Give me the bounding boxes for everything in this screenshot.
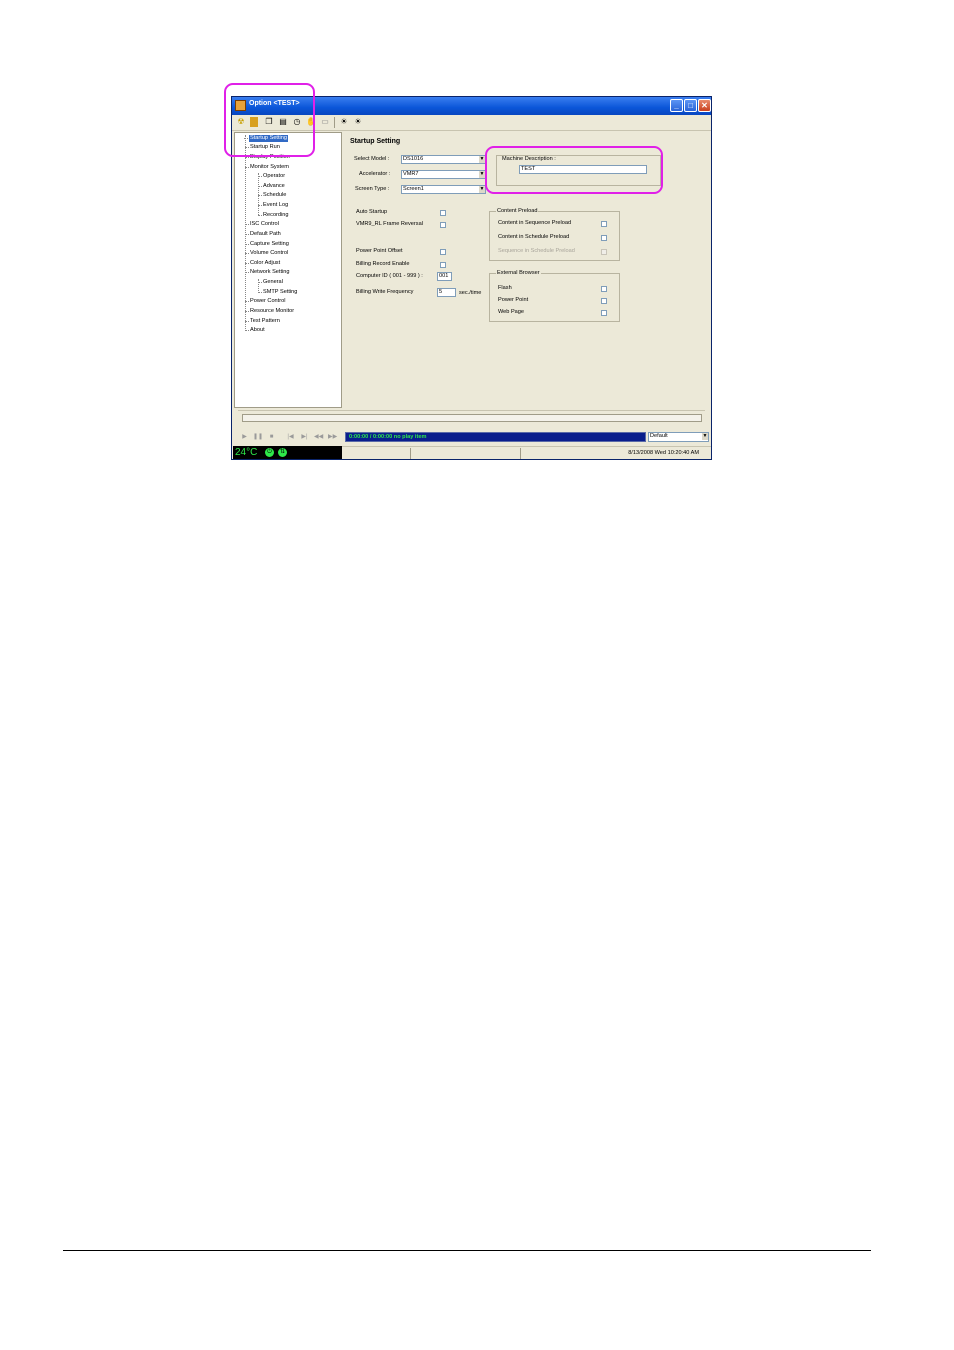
power-point-checkbox[interactable] — [601, 298, 607, 304]
power-point-offset-label: Power Point Offset — [356, 248, 403, 254]
minimize-button[interactable]: _ — [670, 99, 683, 112]
highlight-machine-description — [485, 146, 663, 194]
stop-button[interactable]: ■ — [267, 433, 276, 441]
tree-item-resource-monitor[interactable]: Resource Monitor — [244, 308, 294, 315]
keyboard-icon[interactable]: ▭ — [320, 117, 330, 127]
select-model-label: Select Model : — [354, 156, 390, 162]
tree-item-smtp-setting[interactable]: SMTP Setting — [257, 289, 297, 296]
default-combo-value: Default — [650, 433, 668, 439]
tree-item-power-control[interactable]: Power Control — [244, 298, 285, 305]
chevron-down-icon[interactable]: ▼ — [479, 186, 485, 193]
vmr9-reversal-checkbox[interactable] — [440, 222, 446, 228]
external-browser-title: External Browser — [496, 270, 541, 277]
maximize-button[interactable]: □ — [684, 99, 697, 112]
power-point-label: Power Point — [498, 297, 529, 303]
flash-label: Flash — [498, 285, 512, 291]
seek-slider[interactable] — [242, 414, 702, 422]
panel-heading: Startup Setting — [350, 138, 401, 145]
close-button[interactable]: ✕ — [698, 99, 711, 112]
tree-item-general[interactable]: General — [258, 279, 283, 286]
select-model-value: DS1016 — [403, 156, 424, 162]
tree-item-event-log[interactable]: Event Log — [257, 202, 288, 209]
sun-icon[interactable]: ☀ — [339, 117, 349, 127]
tree-item-network-setting[interactable]: Network Setting — [244, 269, 289, 276]
billing-record-checkbox[interactable] — [440, 262, 446, 268]
rewind-button[interactable]: ◀◀ — [314, 433, 323, 441]
time-display: 0:00:00 / 0:00:00 no play item — [345, 432, 646, 442]
status-divider — [410, 448, 411, 459]
tree-item-test-pattern[interactable]: Test Pattern — [245, 318, 280, 325]
tree-item-monitor-system[interactable]: Monitor System — [245, 164, 289, 171]
tree-item-advance[interactable]: Advance — [258, 183, 285, 190]
tree-item-capture-setting[interactable]: Capture Setting — [245, 241, 289, 248]
content-sequence-preload-label: Content in Sequence Preload — [498, 220, 572, 226]
billing-frequency-unit: sec./time — [459, 290, 482, 296]
tree-item-about[interactable]: About — [245, 327, 265, 334]
auto-startup-label: Auto Startup — [356, 209, 388, 215]
screen-type-value: Screen1 — [403, 186, 424, 192]
settings-tree: Startup Setting Startup Run Display Posi… — [234, 132, 342, 408]
content-schedule-preload-label: Content in Schedule Preload — [498, 234, 570, 240]
toolbar-separator — [334, 117, 335, 128]
seek-bar — [238, 410, 705, 425]
tree-item-operator[interactable]: Operator — [257, 173, 285, 180]
computer-id-label: Computer ID ( 001 - 999 ) : — [356, 273, 423, 279]
play-button[interactable]: ▶ — [240, 433, 249, 441]
tree-item-schedule[interactable]: Schedule — [257, 192, 286, 199]
default-combo[interactable]: Default ▼ — [648, 432, 709, 442]
pause-button[interactable]: ❚❚ — [253, 433, 263, 441]
accelerator-combo[interactable]: VMR7 ▼ — [401, 170, 486, 179]
previous-button[interactable]: |◀ — [286, 433, 295, 441]
screen-type-label: Screen Type : — [355, 186, 390, 192]
computer-id-input[interactable]: 001 — [437, 272, 452, 281]
accelerator-value: VMR7 — [403, 171, 419, 177]
select-model-combo[interactable]: DS1016 ▼ — [401, 155, 486, 164]
tree-item-recording[interactable]: Recording — [258, 212, 289, 219]
status-divider — [520, 448, 521, 459]
status-bar: 8/13/2008 Wed 10:20:40 AM — [342, 446, 711, 459]
content-sequence-preload-checkbox[interactable] — [601, 221, 607, 227]
tree-item-isc-control[interactable]: ISC Control — [245, 221, 279, 228]
temperature-bar: 24°C ⏻ ⇅ — [233, 446, 342, 459]
auto-startup-checkbox[interactable] — [440, 210, 446, 216]
vmr9-reversal-label: VMR9_RL Frame Reversal — [356, 221, 423, 227]
network-icon[interactable]: ⇅ — [278, 448, 287, 457]
footer-rule — [63, 1250, 871, 1251]
tree-item-default-path[interactable]: Default Path — [245, 231, 281, 238]
status-date: 8/13/2008 Wed 10:20:40 AM — [628, 450, 699, 456]
tree-item-volume-control[interactable]: Volume Control — [244, 250, 288, 257]
flash-checkbox[interactable] — [601, 286, 607, 292]
content-preload-title: Content Preload — [496, 208, 539, 215]
highlight-title-area — [224, 83, 315, 157]
web-page-checkbox[interactable] — [601, 310, 607, 316]
fast-forward-button[interactable]: ▶▶ — [328, 433, 337, 441]
web-page-label: Web Page — [498, 309, 525, 315]
power-icon[interactable]: ⏻ — [265, 448, 274, 457]
sequence-schedule-preload-label: Sequence in Schedule Preload — [498, 248, 575, 254]
content-schedule-preload-checkbox[interactable] — [601, 235, 607, 241]
billing-record-label: Billing Record Enable — [356, 261, 410, 267]
sun-icon[interactable]: ☀ — [353, 117, 363, 127]
tree-line — [258, 173, 259, 215]
sequence-schedule-preload-checkbox — [601, 249, 607, 255]
chevron-down-icon[interactable]: ▼ — [702, 433, 708, 440]
tree-item-color-adjust[interactable]: Color Adjust — [244, 260, 280, 267]
screen-type-combo[interactable]: Screen1 ▼ — [401, 185, 486, 194]
billing-frequency-input[interactable]: 5 — [437, 288, 456, 297]
accelerator-label: Accelerator : — [359, 171, 391, 177]
billing-frequency-label: Billing Write Frequency — [356, 289, 414, 295]
power-point-offset-checkbox[interactable] — [440, 249, 446, 255]
next-button[interactable]: ▶| — [300, 433, 309, 441]
temperature-readout: 24°C — [235, 447, 258, 458]
